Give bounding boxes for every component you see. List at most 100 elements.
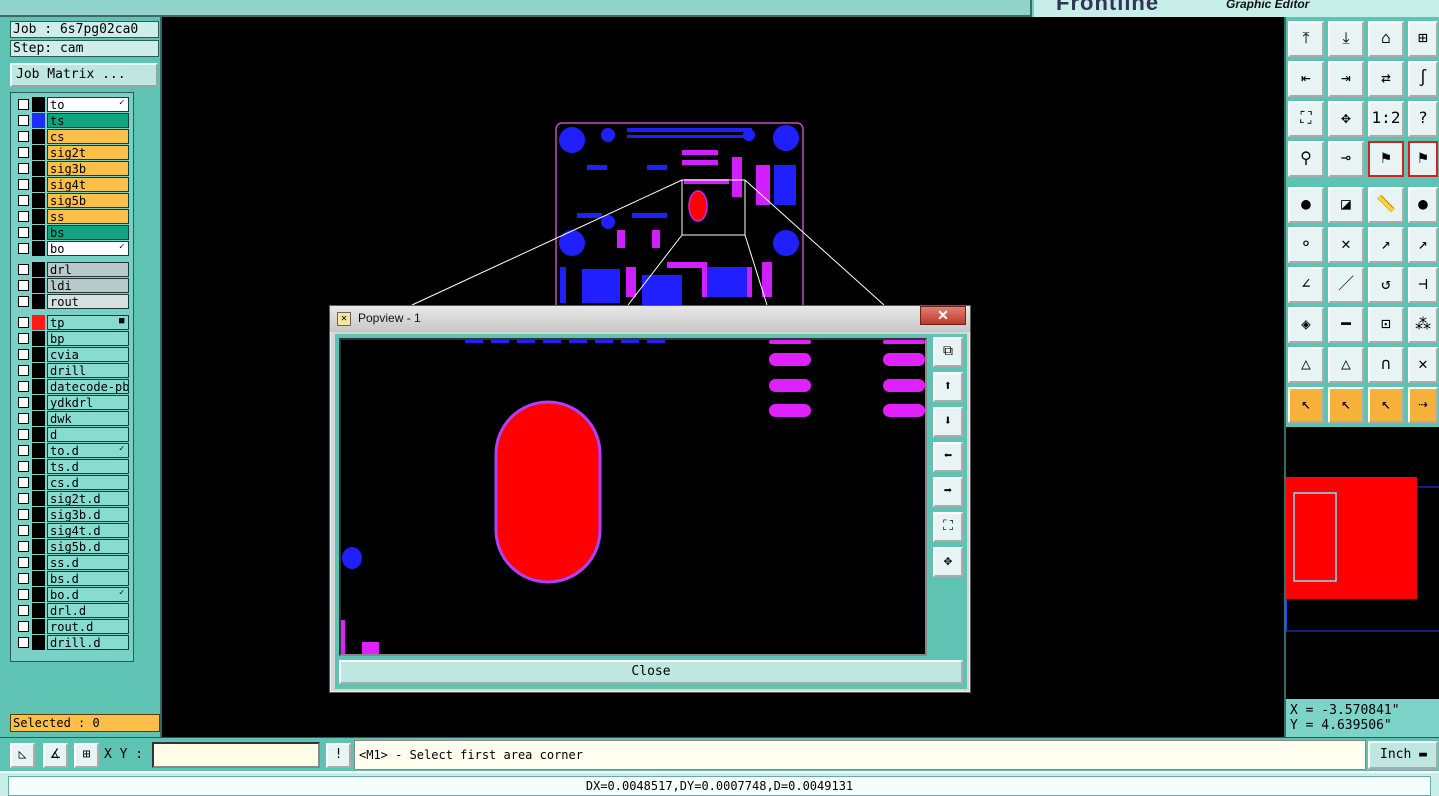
layer-checkbox[interactable] xyxy=(18,280,29,291)
layer-name[interactable]: bo.d xyxy=(47,587,129,602)
layer-checkbox[interactable] xyxy=(18,333,29,344)
layer-row[interactable]: ts.d xyxy=(15,459,131,474)
export-icon[interactable]: ⇥ xyxy=(1328,61,1364,97)
grid-icon[interactable]: ⊞ xyxy=(74,743,99,768)
snap-icon[interactable]: ∫ xyxy=(1408,61,1438,97)
layer-checkbox[interactable] xyxy=(18,429,29,440)
layer-checkbox[interactable] xyxy=(18,637,29,648)
pad-select-icon[interactable]: ● xyxy=(1288,187,1324,223)
snap-angle-icon[interactable]: ∡ xyxy=(43,743,68,768)
help-icon[interactable]: ? xyxy=(1408,101,1438,137)
layer-color-swatch[interactable] xyxy=(32,619,45,634)
layer-checkbox[interactable] xyxy=(18,509,29,520)
layer-name[interactable]: ts xyxy=(47,113,129,128)
layer-name[interactable]: rout.d xyxy=(47,619,129,634)
scale-1-2-icon[interactable]: 1:2 xyxy=(1368,101,1404,137)
layer-color-swatch[interactable] xyxy=(32,395,45,410)
swap-icon[interactable]: ⇄ xyxy=(1368,61,1404,97)
layer-row[interactable]: sig4t.d xyxy=(15,523,131,538)
layer-checkbox[interactable] xyxy=(18,115,29,126)
layer-color-swatch[interactable] xyxy=(32,177,45,192)
layer-color-swatch[interactable] xyxy=(32,475,45,490)
save-icon[interactable]: ⤓ xyxy=(1328,21,1364,57)
layer-checkbox[interactable] xyxy=(18,525,29,536)
layer-color-swatch[interactable] xyxy=(32,555,45,570)
pointer-box-icon[interactable]: ↖ xyxy=(1368,387,1404,423)
layer-name[interactable]: sig5b xyxy=(47,193,129,208)
layer-color-swatch[interactable] xyxy=(32,507,45,522)
layer-row[interactable]: sig3b.d xyxy=(15,507,131,522)
layer-color-swatch[interactable] xyxy=(32,459,45,474)
layer-row[interactable]: sig2t xyxy=(15,145,131,160)
job-matrix-button[interactable]: Job Matrix ... xyxy=(10,63,158,87)
layer-checkbox[interactable] xyxy=(18,541,29,552)
layer-name[interactable]: cs.d xyxy=(47,475,129,490)
layer-name[interactable]: sig4t xyxy=(47,177,129,192)
layer-checkbox[interactable] xyxy=(18,477,29,488)
layer-color-swatch[interactable] xyxy=(32,209,45,224)
layer-checkbox[interactable] xyxy=(18,99,29,110)
pad-add-icon[interactable]: ◈ xyxy=(1288,307,1324,343)
layer-name[interactable]: cs xyxy=(47,129,129,144)
layer-row[interactable]: cs.d xyxy=(15,475,131,490)
layer-name[interactable]: sig2t.d xyxy=(47,491,129,506)
layer-row[interactable]: sig3b xyxy=(15,161,131,176)
layer-color-swatch[interactable] xyxy=(32,523,45,538)
arch-cross-icon[interactable]: ✕ xyxy=(1408,347,1438,383)
layer-checkbox[interactable] xyxy=(18,317,29,328)
pop-pan-down-icon[interactable]: ⬇ xyxy=(933,407,963,437)
outline-triangle-icon[interactable]: △ xyxy=(1328,347,1364,383)
layer-checkbox[interactable] xyxy=(18,349,29,360)
layer-checkbox[interactable] xyxy=(18,493,29,504)
layer-color-swatch[interactable] xyxy=(32,241,45,256)
layer-name[interactable]: sig3b xyxy=(47,161,129,176)
layer-color-swatch[interactable] xyxy=(32,113,45,128)
layer-name[interactable]: tp xyxy=(47,315,129,330)
layer-row[interactable]: dwk xyxy=(15,411,131,426)
layer-color-swatch[interactable] xyxy=(32,278,45,293)
fill-triangle-icon[interactable]: △ xyxy=(1288,347,1324,383)
layer-row[interactable]: ydkdrl xyxy=(15,395,131,410)
measure-probe-icon[interactable]: ⚲ xyxy=(1288,141,1324,177)
layer-name[interactable]: sig3b.d xyxy=(47,507,129,522)
route-icon[interactable]: ⇢ xyxy=(1408,387,1438,423)
layer-name[interactable]: cvia xyxy=(47,347,129,362)
layer-row[interactable]: drill.d xyxy=(15,635,131,650)
layer-row[interactable]: sig2t.d xyxy=(15,491,131,506)
layer-checkbox[interactable] xyxy=(18,264,29,275)
layer-name[interactable]: drill xyxy=(47,363,129,378)
flip-icon[interactable]: ⊣ xyxy=(1408,267,1438,303)
angle-icon[interactable]: ∠ xyxy=(1288,267,1324,303)
layer-name[interactable]: bo xyxy=(47,241,129,256)
layer-name[interactable]: bs xyxy=(47,225,129,240)
layer-color-swatch[interactable] xyxy=(32,363,45,378)
layer-color-swatch[interactable] xyxy=(32,145,45,160)
layer-row[interactable]: bo.d ✓ xyxy=(15,587,131,602)
layer-color-swatch[interactable] xyxy=(32,225,45,240)
xy-input[interactable] xyxy=(152,742,320,768)
layer-row[interactable]: sig4t xyxy=(15,177,131,192)
layer-name[interactable]: sig2t xyxy=(47,145,129,160)
layer-checkbox[interactable] xyxy=(18,147,29,158)
pop-zoom-box-icon[interactable]: ⧉ xyxy=(933,337,963,367)
layer-row[interactable]: bo ✓ xyxy=(15,241,131,256)
import-icon[interactable]: ⇤ xyxy=(1288,61,1324,97)
layer-color-swatch[interactable] xyxy=(32,603,45,618)
open-step-icon[interactable]: ⤒ xyxy=(1288,21,1324,57)
layer-color-swatch[interactable] xyxy=(32,262,45,277)
info-icon[interactable]: ! xyxy=(326,743,351,768)
popview-titlebar[interactable]: ✕ Popview - 1 ✕ xyxy=(330,306,970,332)
net-icon[interactable]: ⊸ xyxy=(1328,141,1364,177)
layer-row[interactable]: to ✓ xyxy=(15,97,131,112)
layer-color-swatch[interactable] xyxy=(32,347,45,362)
dot-icon[interactable]: ● xyxy=(1408,187,1438,223)
pointer-select-icon[interactable]: ↖ xyxy=(1328,387,1364,423)
arch-icon[interactable]: ∩ xyxy=(1368,347,1404,383)
pop-zoom-center-icon[interactable]: ✥ xyxy=(933,547,963,577)
layer-checkbox[interactable] xyxy=(18,296,29,307)
layer-checkbox[interactable] xyxy=(18,211,29,222)
layer-color-swatch[interactable] xyxy=(32,331,45,346)
cross-icon[interactable]: ✕ xyxy=(1328,227,1364,263)
zoom-center-icon[interactable]: ✥ xyxy=(1328,101,1364,137)
layer-name[interactable]: to.d xyxy=(47,443,129,458)
